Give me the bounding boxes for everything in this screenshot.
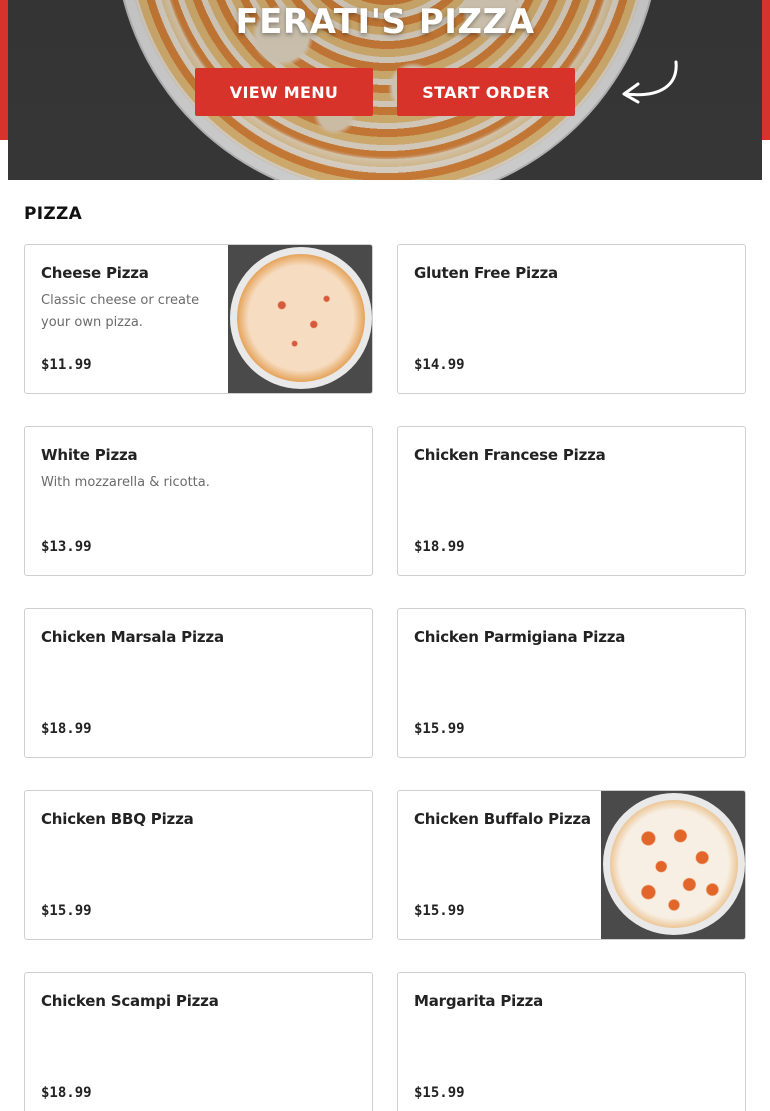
menu-item-card[interactable]: Chicken Buffalo Pizza $15.99 bbox=[397, 790, 746, 940]
menu-grid: Cheese Pizza Classic cheese or create yo… bbox=[24, 244, 746, 1111]
item-name: White Pizza bbox=[41, 446, 138, 464]
menu-item-card[interactable]: Chicken Parmigiana Pizza $15.99 bbox=[397, 608, 746, 758]
item-name: Chicken Francese Pizza bbox=[414, 446, 606, 464]
menu-item-card[interactable]: Chicken BBQ Pizza $15.99 bbox=[24, 790, 373, 940]
item-description: With mozzarella & ricotta. bbox=[41, 475, 210, 490]
menu-item-card[interactable]: Cheese Pizza Classic cheese or create yo… bbox=[24, 244, 373, 394]
item-name: Chicken Scampi Pizza bbox=[41, 992, 219, 1010]
item-description: Classic cheese or create your own pizza. bbox=[41, 293, 200, 330]
restaurant-title: FERATI'S PIZZA bbox=[235, 2, 535, 42]
item-name: Chicken BBQ Pizza bbox=[41, 810, 194, 828]
item-price: $11.99 bbox=[41, 357, 92, 373]
item-name: Chicken Buffalo Pizza bbox=[414, 810, 591, 828]
item-price: $18.99 bbox=[414, 539, 465, 555]
view-menu-button[interactable]: VIEW MENU bbox=[195, 68, 373, 116]
item-price: $18.99 bbox=[41, 721, 92, 737]
section-title-pizza: PIZZA bbox=[24, 204, 83, 224]
menu-item-card[interactable]: Chicken Francese Pizza $18.99 bbox=[397, 426, 746, 576]
item-name: Chicken Parmigiana Pizza bbox=[414, 628, 626, 646]
cheese-pizza-photo bbox=[228, 245, 372, 393]
curved-arrow-icon bbox=[622, 60, 678, 104]
menu-item-card[interactable]: Chicken Scampi Pizza $18.99 bbox=[24, 972, 373, 1111]
item-price: $14.99 bbox=[414, 357, 465, 373]
item-price: $15.99 bbox=[414, 1085, 465, 1101]
item-name: Margarita Pizza bbox=[414, 992, 544, 1010]
item-name: Gluten Free Pizza bbox=[414, 264, 558, 282]
item-price: $15.99 bbox=[414, 903, 465, 919]
item-price: $18.99 bbox=[41, 1085, 92, 1101]
item-price: $15.99 bbox=[414, 721, 465, 737]
item-name: Cheese Pizza bbox=[41, 264, 149, 282]
item-price: $13.99 bbox=[41, 539, 92, 555]
item-price: $15.99 bbox=[41, 903, 92, 919]
page: FERATI'S PIZZA VIEW MENU START ORDER PIZ… bbox=[0, 0, 770, 1111]
buffalo-pizza-photo bbox=[601, 791, 745, 939]
menu-item-card[interactable]: Chicken Marsala Pizza $18.99 bbox=[24, 608, 373, 758]
menu-item-card[interactable]: Margarita Pizza $15.99 bbox=[397, 972, 746, 1111]
item-name: Chicken Marsala Pizza bbox=[41, 628, 224, 646]
menu-item-card[interactable]: Gluten Free Pizza $14.99 bbox=[397, 244, 746, 394]
start-order-button[interactable]: START ORDER bbox=[397, 68, 575, 116]
menu-item-card[interactable]: White Pizza With mozzarella & ricotta. $… bbox=[24, 426, 373, 576]
